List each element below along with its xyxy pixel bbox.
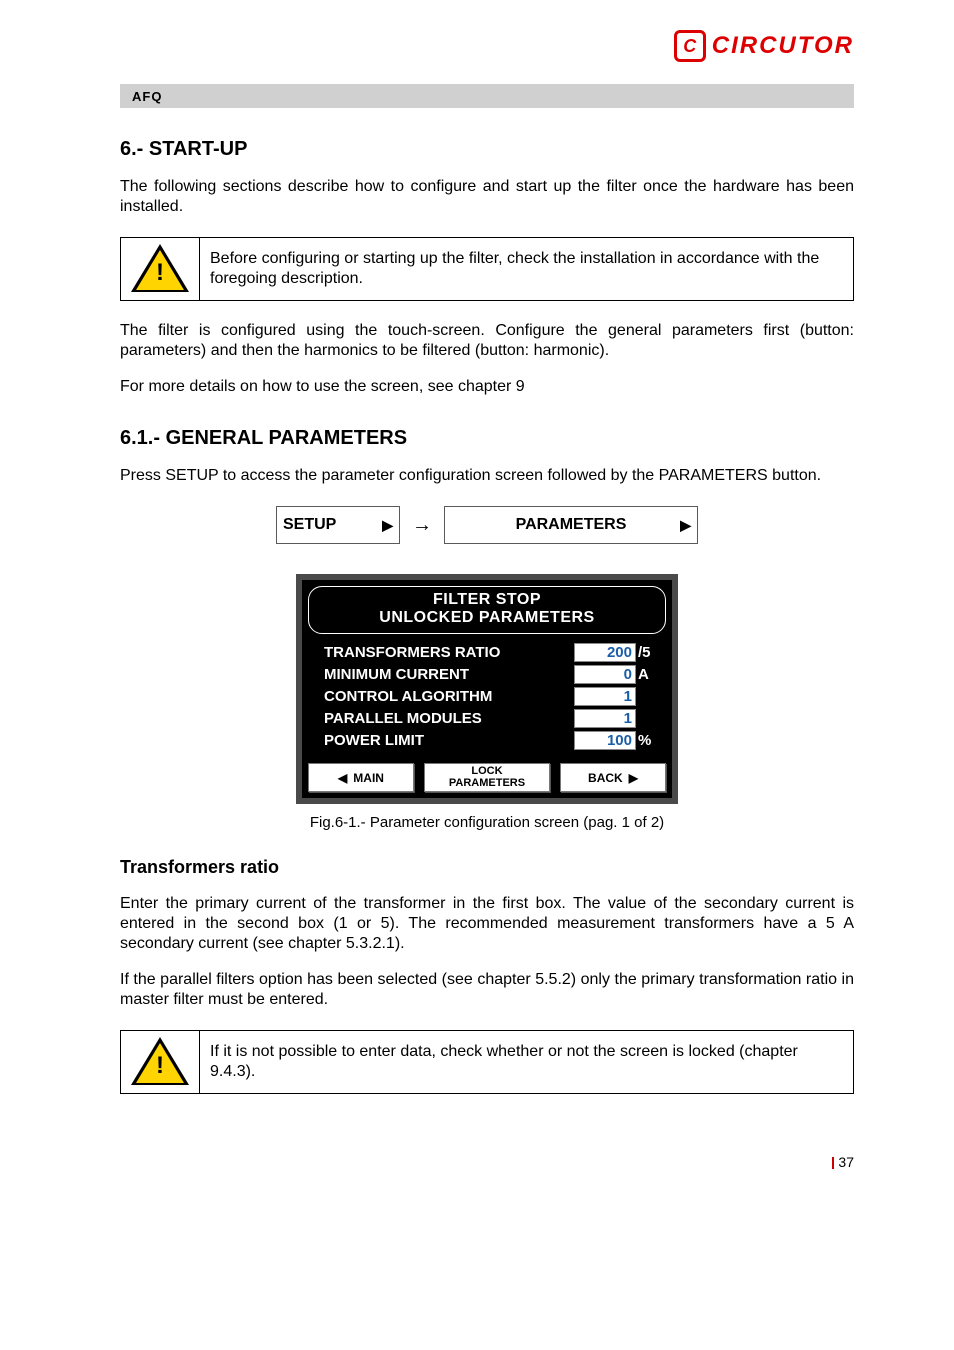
play-icon: ▶	[680, 517, 691, 534]
header-bar-text: AFQ	[132, 89, 162, 104]
param-row: MINIMUM CURRENT0A	[324, 665, 662, 684]
warning-box: ! Before configuring or starting up the …	[120, 237, 854, 301]
param-label: POWER LIMIT	[324, 732, 574, 749]
arrow-right-icon: →	[412, 514, 432, 537]
param-row: PARALLEL MODULES1	[324, 709, 662, 728]
brand-logo-icon: C	[674, 30, 706, 62]
panel-header: FILTER STOP UNLOCKED PARAMETERS	[302, 580, 672, 636]
param-value-field[interactable]: 1	[574, 687, 636, 706]
header-bar: AFQ	[120, 84, 854, 108]
main-button-label: MAIN	[353, 771, 384, 785]
lock-button-label: LOCKPARAMETERS	[449, 766, 525, 789]
warning-icon-cell: !	[121, 238, 200, 300]
paragraph: Press SETUP to access the parameter conf…	[120, 466, 854, 486]
lock-parameters-button[interactable]: LOCKPARAMETERS	[424, 763, 550, 792]
param-label: CONTROL ALGORITHM	[324, 688, 574, 705]
param-value-field[interactable]: 0	[574, 665, 636, 684]
param-unit: A	[636, 666, 662, 683]
brand-logo: C CIRCUTOR	[674, 30, 854, 62]
play-icon: ▶	[382, 517, 393, 534]
section-heading: 6.- START-UP	[120, 138, 854, 161]
back-button-label: BACK	[588, 771, 623, 785]
nav-button-row: SETUP ▶ → PARAMETERS ▶	[120, 506, 854, 544]
page-number: 37	[120, 1154, 854, 1170]
panel-header-line1: FILTER STOP	[309, 591, 665, 609]
warning-text: If it is not possible to enter data, che…	[200, 1031, 853, 1093]
panel-footer: ◀ MAIN LOCKPARAMETERS BACK ▶	[302, 757, 672, 798]
warning-icon-cell: !	[121, 1031, 200, 1093]
param-row: TRANSFORMERS RATIO200/5	[324, 643, 662, 662]
param-label: PARALLEL MODULES	[324, 710, 574, 727]
arrow-right-icon: ▶	[629, 771, 638, 785]
param-value-field[interactable]: 1	[574, 709, 636, 728]
parameters-button-label: PARAMETERS	[516, 516, 627, 534]
param-row: CONTROL ALGORITHM1	[324, 687, 662, 706]
brand-logo-text: CIRCUTOR	[712, 32, 854, 60]
paragraph: Enter the primary current of the transfo…	[120, 894, 854, 954]
param-unit: /5	[636, 644, 662, 661]
param-list: TRANSFORMERS RATIO200/5 MINIMUM CURRENT0A…	[302, 636, 672, 750]
parameters-panel: FILTER STOP UNLOCKED PARAMETERS TRANSFOR…	[296, 574, 678, 804]
paragraph: The following sections describe how to c…	[120, 177, 854, 217]
setup-button-label: SETUP	[283, 516, 336, 534]
param-value-field[interactable]: 100	[574, 731, 636, 750]
param-label: TRANSFORMERS RATIO	[324, 644, 574, 661]
subsection-title: Transformers ratio	[120, 857, 854, 878]
paragraph: For more details on how to use the scree…	[120, 377, 854, 397]
warning-icon: !	[131, 244, 189, 294]
param-row: POWER LIMIT100%	[324, 731, 662, 750]
back-button[interactable]: BACK ▶	[560, 763, 666, 792]
param-label: MINIMUM CURRENT	[324, 666, 574, 683]
arrow-left-icon: ◀	[338, 771, 347, 785]
parameters-button[interactable]: PARAMETERS ▶	[444, 506, 698, 544]
panel-header-line2: UNLOCKED PARAMETERS	[309, 609, 665, 627]
param-unit: %	[636, 732, 662, 749]
subsection-heading: 6.1.- GENERAL PARAMETERS	[120, 427, 854, 450]
warning-text: Before configuring or starting up the fi…	[200, 238, 853, 300]
main-button[interactable]: ◀ MAIN	[308, 763, 414, 792]
warning-box: ! If it is not possible to enter data, c…	[120, 1030, 854, 1094]
setup-button[interactable]: SETUP ▶	[276, 506, 400, 544]
param-value-field[interactable]: 200	[574, 643, 636, 662]
paragraph: The filter is configured using the touch…	[120, 321, 854, 361]
warning-icon: !	[131, 1037, 189, 1087]
figure-caption: Fig.6-1.- Parameter configuration screen…	[120, 814, 854, 831]
paragraph: If the parallel filters option has been …	[120, 970, 854, 1010]
